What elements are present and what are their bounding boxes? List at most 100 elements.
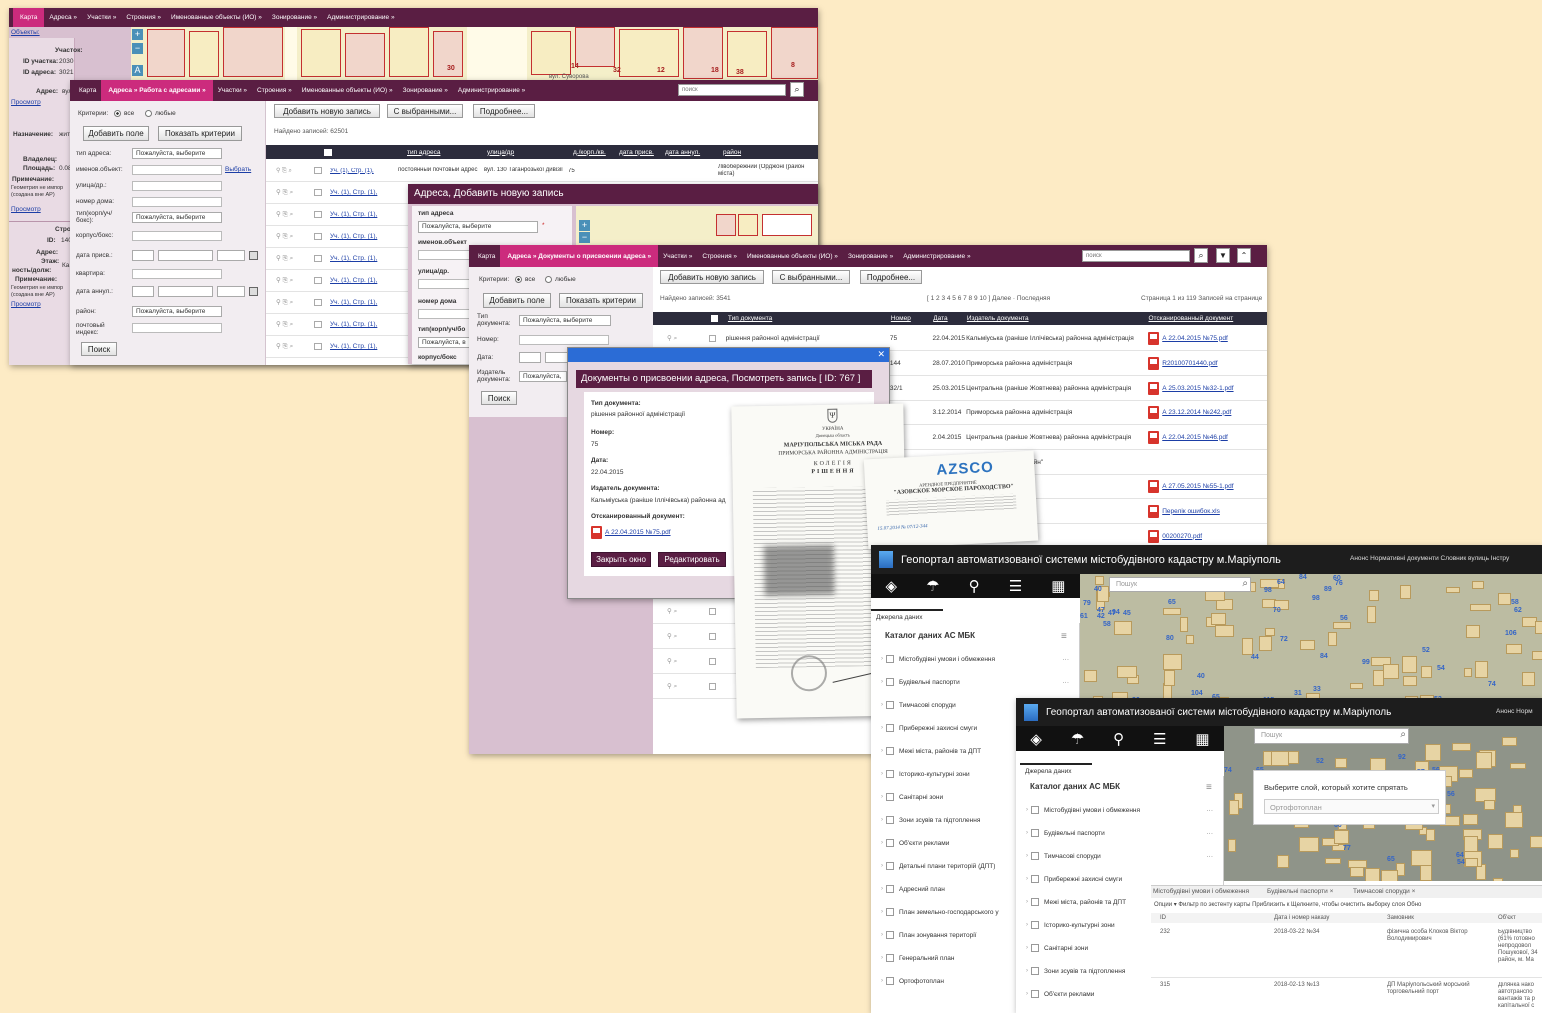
catalog-layer-item[interactable]: › Містобудівні умови і обмеження ··· <box>1016 805 1223 815</box>
nav-parcels[interactable]: Участки » <box>658 253 697 260</box>
postal-index-input[interactable] <box>132 323 222 333</box>
doc-date-day[interactable] <box>519 352 541 363</box>
chevron-right-icon[interactable]: › <box>881 840 883 846</box>
tab-temporary[interactable]: Тимчасові споруди × <box>1353 888 1415 895</box>
layer-checkbox[interactable] <box>1031 852 1039 860</box>
row-scan-link[interactable]: А 22.04.2015 №75.pdf <box>1148 331 1267 345</box>
row-scan-link[interactable]: А 25.03.2015 №32-1.pdf <box>1148 381 1267 395</box>
row-action-icons[interactable]: ⚲ ⎘ ⌕ <box>276 167 306 175</box>
col-type[interactable]: тип адреса <box>407 149 487 156</box>
corpus-input[interactable] <box>132 231 222 241</box>
nav-map[interactable]: Карта <box>74 87 101 94</box>
parcel-map[interactable]: + − A 30 14 32 12 18 38 8 вул. Суворова <box>131 27 818 80</box>
row-link[interactable]: Уч. (1), Стр. (1), <box>330 255 398 262</box>
row-action-icons[interactable]: ⚲ ⌕ <box>667 334 697 343</box>
chevron-right-icon[interactable]: › <box>881 748 883 754</box>
row-action-icons[interactable]: ⚲ ⌕ <box>667 657 697 666</box>
row-checkbox[interactable] <box>709 657 716 665</box>
hide-layer-select[interactable]: Ортофотоплан ▾ <box>1264 799 1439 814</box>
layer-checkbox[interactable] <box>886 701 894 709</box>
row-scan-file[interactable]: 00200270.pdf <box>1162 533 1202 540</box>
catalog-menu-icon[interactable]: ≡ <box>1061 631 1067 642</box>
nav-map[interactable]: Карта <box>13 8 45 27</box>
add-field-button[interactable]: Добавить поле <box>83 126 149 141</box>
add-record-button[interactable]: Добавить новую запись <box>274 104 380 118</box>
criteria-all-radio[interactable] <box>114 110 121 117</box>
layer-checkbox[interactable] <box>1031 806 1039 814</box>
objects-link[interactable]: Объекты: <box>11 29 40 36</box>
pin-icon[interactable]: ▼ <box>1216 248 1230 263</box>
chevron-right-icon[interactable]: › <box>881 886 883 892</box>
chevron-right-icon[interactable]: › <box>881 656 883 662</box>
layer-checkbox[interactable] <box>1031 898 1039 906</box>
chevron-right-icon[interactable]: › <box>881 702 883 708</box>
view-link-3[interactable]: Просмотр <box>11 301 41 308</box>
search-button[interactable]: Поиск <box>481 391 517 405</box>
col-doc-type[interactable]: Тип документа <box>728 315 891 322</box>
chevron-right-icon[interactable]: › <box>1026 899 1028 905</box>
doc-number-input[interactable] <box>519 335 609 345</box>
row-link[interactable]: Уч. (1), Стр. (1), <box>330 277 398 284</box>
attribute-toolbar[interactable]: Опции ▾ Фильтр по экстенту карты Приблиз… <box>1154 901 1421 908</box>
search-icon[interactable]: ⌕ <box>1400 729 1406 740</box>
with-selected-button[interactable]: С выбранными... <box>387 104 463 118</box>
show-criteria-button[interactable]: Показать критерии <box>559 293 643 308</box>
scan-file-name[interactable]: А 22.04.2015 №75.pdf <box>605 529 671 536</box>
row-scan-link[interactable]: Перелік ошибок.xls <box>1148 504 1267 518</box>
apartment-input[interactable] <box>132 269 222 279</box>
add-record-button[interactable]: Добавить новую запись <box>660 270 764 284</box>
search-input[interactable] <box>678 84 786 96</box>
zoom-out-button[interactable]: − <box>132 43 143 54</box>
more-button[interactable]: Подробнее... <box>860 270 922 284</box>
row-scan-file[interactable]: А 27.05.2015 №55-1.pdf <box>1162 483 1233 490</box>
tab-passports[interactable]: Будівельні паспорти × <box>1267 888 1333 895</box>
col-street[interactable]: улица/др <box>487 149 573 156</box>
row-scan-file[interactable]: R20100701440.pdf <box>1162 360 1217 367</box>
assign-date-month[interactable] <box>158 250 213 261</box>
layer-checkbox[interactable] <box>1031 875 1039 883</box>
named-object-input[interactable] <box>132 165 222 175</box>
col-customer[interactable]: Замовник <box>1387 915 1414 921</box>
criteria-any-radio[interactable] <box>545 276 552 283</box>
search-button[interactable]: Поиск <box>81 342 117 356</box>
layer-checkbox[interactable] <box>886 839 894 847</box>
col-number[interactable]: д./корп./кв. <box>573 149 619 156</box>
chevron-right-icon[interactable]: › <box>881 863 883 869</box>
nav-buildings[interactable]: Строения » <box>121 14 166 21</box>
col-scan[interactable]: Отсканированный документ <box>1149 315 1267 322</box>
building-type-select[interactable]: Пожалуйста, выберите <box>132 212 222 223</box>
row-link[interactable]: Уч. (1), Стр. (1), <box>330 321 398 328</box>
layer-checkbox[interactable] <box>886 793 894 801</box>
table-row[interactable]: ⚲ ⎘ ⌕ Уч. (1), Стр. (1), постоянный почт… <box>266 160 818 182</box>
annul-date-year[interactable] <box>217 286 245 297</box>
row-scan-file[interactable]: А 25.03.2015 №32-1.pdf <box>1162 385 1233 392</box>
row-checkbox[interactable] <box>708 334 716 342</box>
grid-icon[interactable]: ▦ <box>1195 730 1209 748</box>
nav-named-objects[interactable]: Именованные объекты (ИО) » <box>742 253 843 260</box>
basemap-icon[interactable]: ☂ <box>1071 730 1084 748</box>
row-action-icons[interactable]: ⚲ ⌕ <box>667 607 697 616</box>
map-search-input[interactable]: Пошук ⌕ <box>1109 577 1251 592</box>
assign-date-year[interactable] <box>217 250 245 261</box>
nav-admin[interactable]: Администрирование » <box>453 87 530 94</box>
zoom-in-button[interactable]: + <box>132 29 143 40</box>
chevron-right-icon[interactable]: › <box>881 817 883 823</box>
row-scan-link[interactable]: А 23.12.2014 №242.pdf <box>1148 405 1267 419</box>
more-icon[interactable]: ··· <box>1063 679 1070 686</box>
catalog-layer-item[interactable]: › Містобудівні умови і обмеження ··· <box>871 654 1079 664</box>
nav-addresses[interactable]: Адреса » <box>44 14 82 21</box>
nav-zoning[interactable]: Зонирование » <box>267 14 322 21</box>
row-link[interactable]: Уч. (1), Стр. (1), <box>330 168 398 174</box>
layer-checkbox[interactable] <box>1031 921 1039 929</box>
layer-checkbox[interactable] <box>886 908 894 916</box>
nav-parcels[interactable]: Участки » <box>213 87 252 94</box>
layer-checkbox[interactable] <box>886 885 894 893</box>
issuer-select[interactable]: Пожалуйста, <box>519 371 567 382</box>
catalog-menu-icon[interactable]: ≡ <box>1206 782 1212 793</box>
criteria-any-radio[interactable] <box>145 110 152 117</box>
zoom-in-button[interactable]: + <box>579 220 590 231</box>
catalog-layer-item[interactable]: › Тимчасові споруди ··· <box>1016 851 1223 861</box>
close-icon[interactable]: ✕ <box>877 349 885 360</box>
layer-checkbox[interactable] <box>886 655 894 663</box>
chevron-right-icon[interactable]: › <box>1026 853 1028 859</box>
